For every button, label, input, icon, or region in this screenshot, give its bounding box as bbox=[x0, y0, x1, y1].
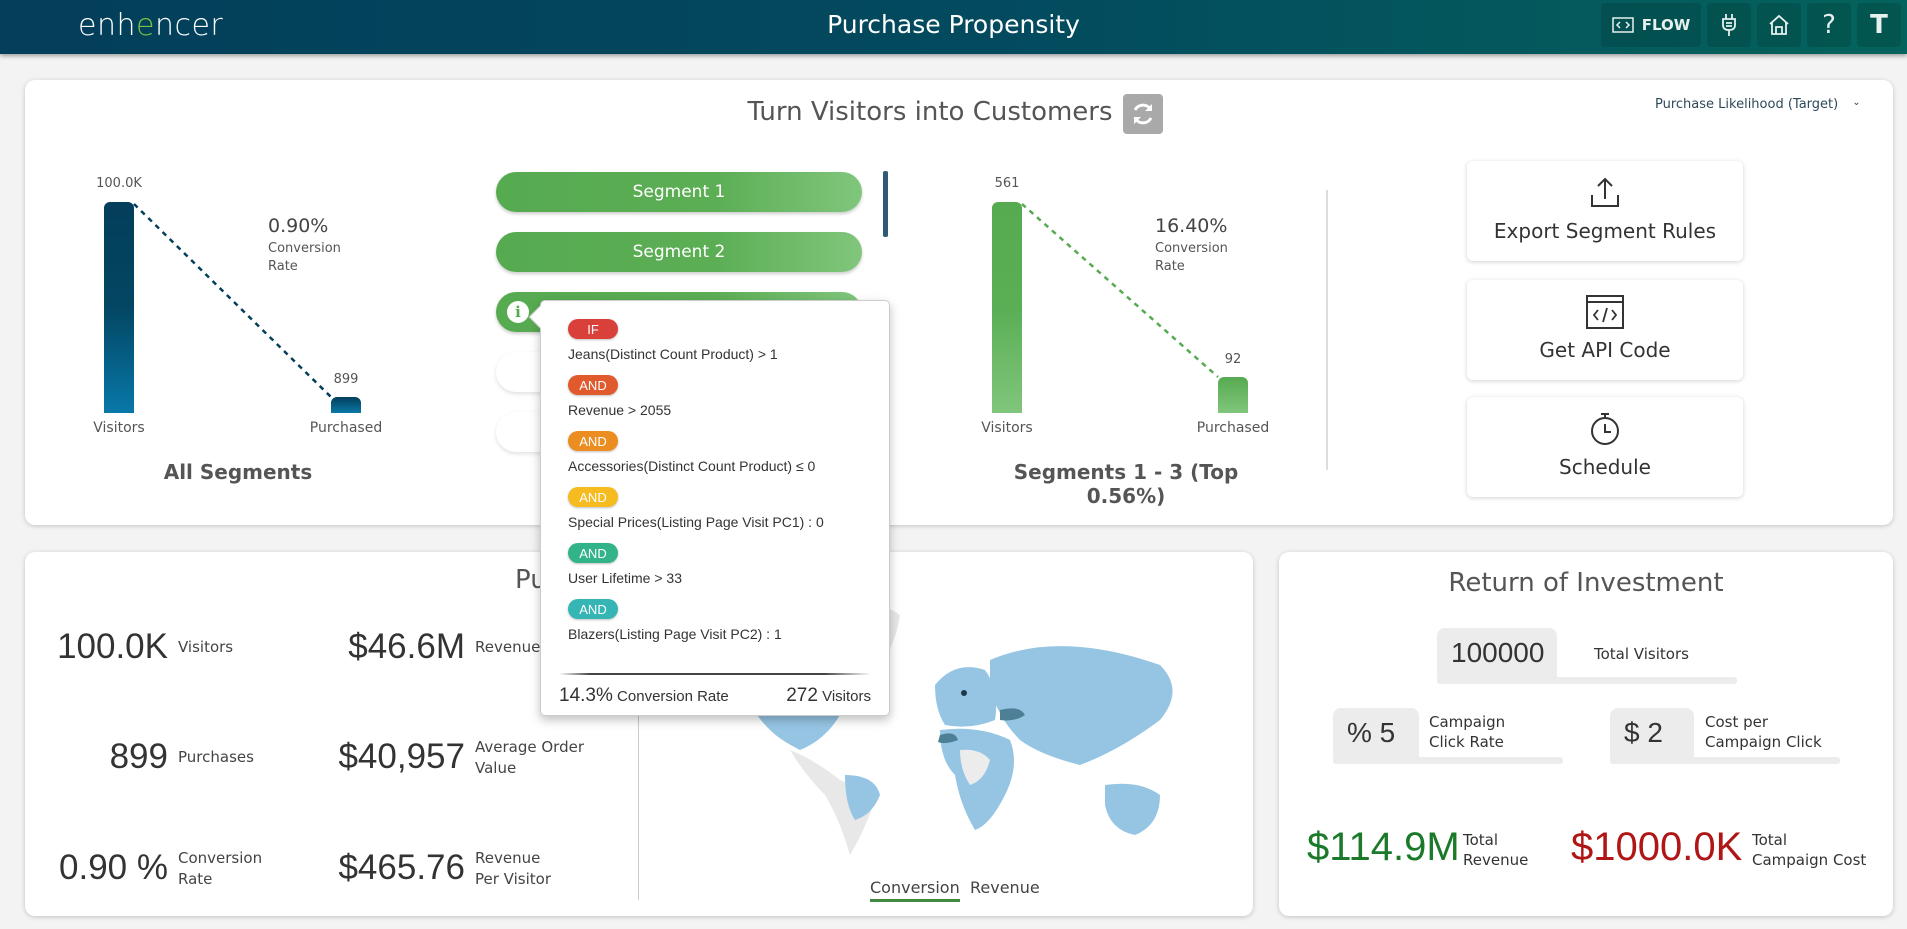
campaign-click-rate-input[interactable]: % 5 bbox=[1333, 708, 1419, 758]
map-europe bbox=[935, 667, 997, 727]
tooltip-conversion: 14.3% Conversion Rate bbox=[559, 685, 729, 706]
campaign-click-rate-label: Campaign Click Rate bbox=[1429, 713, 1506, 751]
kpi-purchases-label: Purchases bbox=[178, 748, 254, 766]
total-campaign-cost-value: $1000.0K bbox=[1571, 825, 1743, 869]
sel-conversion-rate: 16.40% bbox=[1155, 215, 1228, 237]
rule-operator-badge: AND bbox=[568, 599, 618, 619]
tab-revenue[interactable]: Revenue bbox=[970, 878, 1040, 897]
tooltip-visitors: 272 Visitors bbox=[786, 685, 871, 706]
kpi-aov-value: $40,957 bbox=[338, 737, 465, 776]
rule-operator-badge: AND bbox=[568, 431, 618, 451]
get-api-code-button[interactable]: Get API Code bbox=[1467, 280, 1743, 380]
total-visitors-label: Total Visitors bbox=[1594, 645, 1689, 663]
rule-condition: Special Prices(Listing Page Visit PC1) :… bbox=[568, 514, 824, 530]
map-oceania bbox=[1105, 783, 1160, 835]
cost-per-click-underline bbox=[1610, 757, 1840, 764]
rule-condition: Blazers(Listing Page Visit PC2) : 1 bbox=[568, 626, 782, 642]
code-window-icon bbox=[1586, 295, 1624, 329]
rule-operator-badge: IF bbox=[568, 319, 618, 339]
total-revenue-value: $114.9M bbox=[1307, 825, 1460, 869]
rule-condition: Revenue > 2055 bbox=[568, 402, 672, 418]
kpi-aov-label: Average Order Value bbox=[475, 738, 584, 777]
kpi-revenue-value: $46.6M bbox=[348, 627, 465, 666]
kpi-rpv-label: Revenue Per Visitor bbox=[475, 849, 551, 888]
total-visitors-underline bbox=[1437, 677, 1737, 684]
map-asia bbox=[990, 646, 1173, 765]
total-revenue-label: Total Revenue bbox=[1463, 831, 1529, 869]
export-segment-rules-label: Export Segment Rules bbox=[1493, 219, 1717, 243]
schedule-button[interactable]: Schedule bbox=[1467, 397, 1743, 497]
stopwatch-icon bbox=[1591, 413, 1619, 445]
cost-per-click-input[interactable]: $ 2 bbox=[1610, 708, 1694, 758]
kpi-rpv-value: $465.76 bbox=[338, 848, 465, 887]
kpi-conversion-label: Conversion Rate bbox=[178, 849, 263, 888]
segment-rules-tooltip: IF Jeans(Distinct Count Product) > 1 AND Re… bbox=[528, 300, 890, 716]
total-visitors-input[interactable]: 100000 bbox=[1437, 628, 1557, 678]
sel-visitors-label: Visitors bbox=[981, 420, 1033, 436]
rule-condition: Jeans(Distinct Count Product) > 1 bbox=[568, 346, 778, 362]
kpi-revenue-label: Revenue bbox=[475, 638, 541, 656]
rule-operator-badge: AND bbox=[568, 543, 618, 563]
sel-purchased-label: Purchased bbox=[1196, 420, 1270, 436]
map-germany-dot bbox=[961, 690, 967, 696]
kpi-visitors-value: 100.0K bbox=[57, 627, 168, 666]
rule-operator-badge: AND bbox=[568, 487, 618, 507]
get-api-code-label: Get API Code bbox=[1539, 338, 1671, 362]
top-divider bbox=[1326, 190, 1328, 470]
click-rate-underline bbox=[1333, 757, 1563, 764]
kpi-conversion-value: 0.90 % bbox=[59, 848, 168, 887]
rule-condition: Accessories(Distinct Count Product) ≤ 0 bbox=[568, 458, 816, 474]
schedule-label: Schedule bbox=[1559, 455, 1651, 479]
kpi-purchases-value: 899 bbox=[109, 737, 168, 776]
selected-segments-title: Segments 1 - 3 (Top 0.56%) bbox=[1013, 460, 1239, 508]
total-campaign-cost-label: Total Campaign Cost bbox=[1752, 831, 1867, 869]
roi-title: Return of Investment bbox=[1448, 568, 1724, 598]
tooltip-divider bbox=[559, 673, 871, 675]
cost-per-click-label: Cost per Campaign Click bbox=[1705, 713, 1822, 751]
rule-condition: User Lifetime > 33 bbox=[568, 570, 682, 586]
rule-operator-badge: AND bbox=[568, 375, 618, 395]
upload-icon bbox=[1591, 177, 1619, 207]
sel-conversion-label: Conversion Rate bbox=[1155, 241, 1228, 274]
export-segment-rules-button[interactable]: Export Segment Rules bbox=[1467, 161, 1743, 261]
kpi-visitors-label: Visitors bbox=[178, 638, 234, 656]
tab-conversion[interactable]: Conversion bbox=[870, 878, 960, 902]
